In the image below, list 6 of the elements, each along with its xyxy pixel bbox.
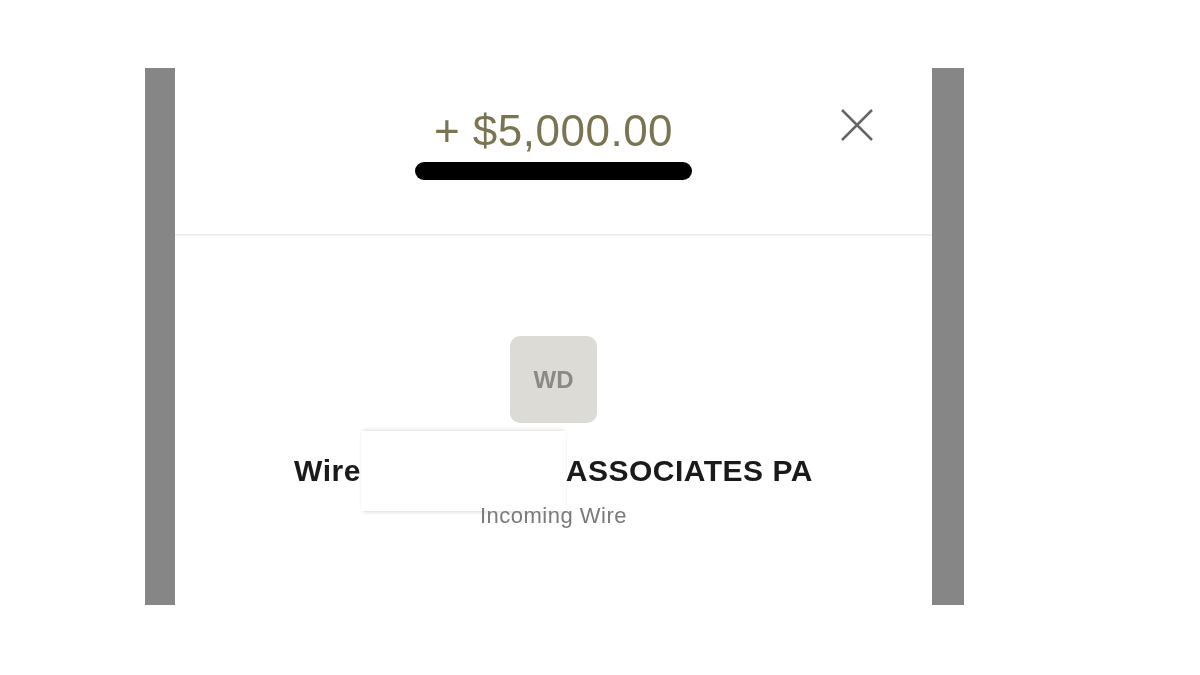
payee-avatar: WD [510,336,597,423]
close-icon[interactable] [840,108,874,142]
payee-name: Wire [294,454,361,488]
transaction-type: Incoming Wire [479,503,628,529]
payee-name: ASSOCIATES PA [565,454,813,488]
transaction-amount: + $5,000.00 [433,106,674,156]
